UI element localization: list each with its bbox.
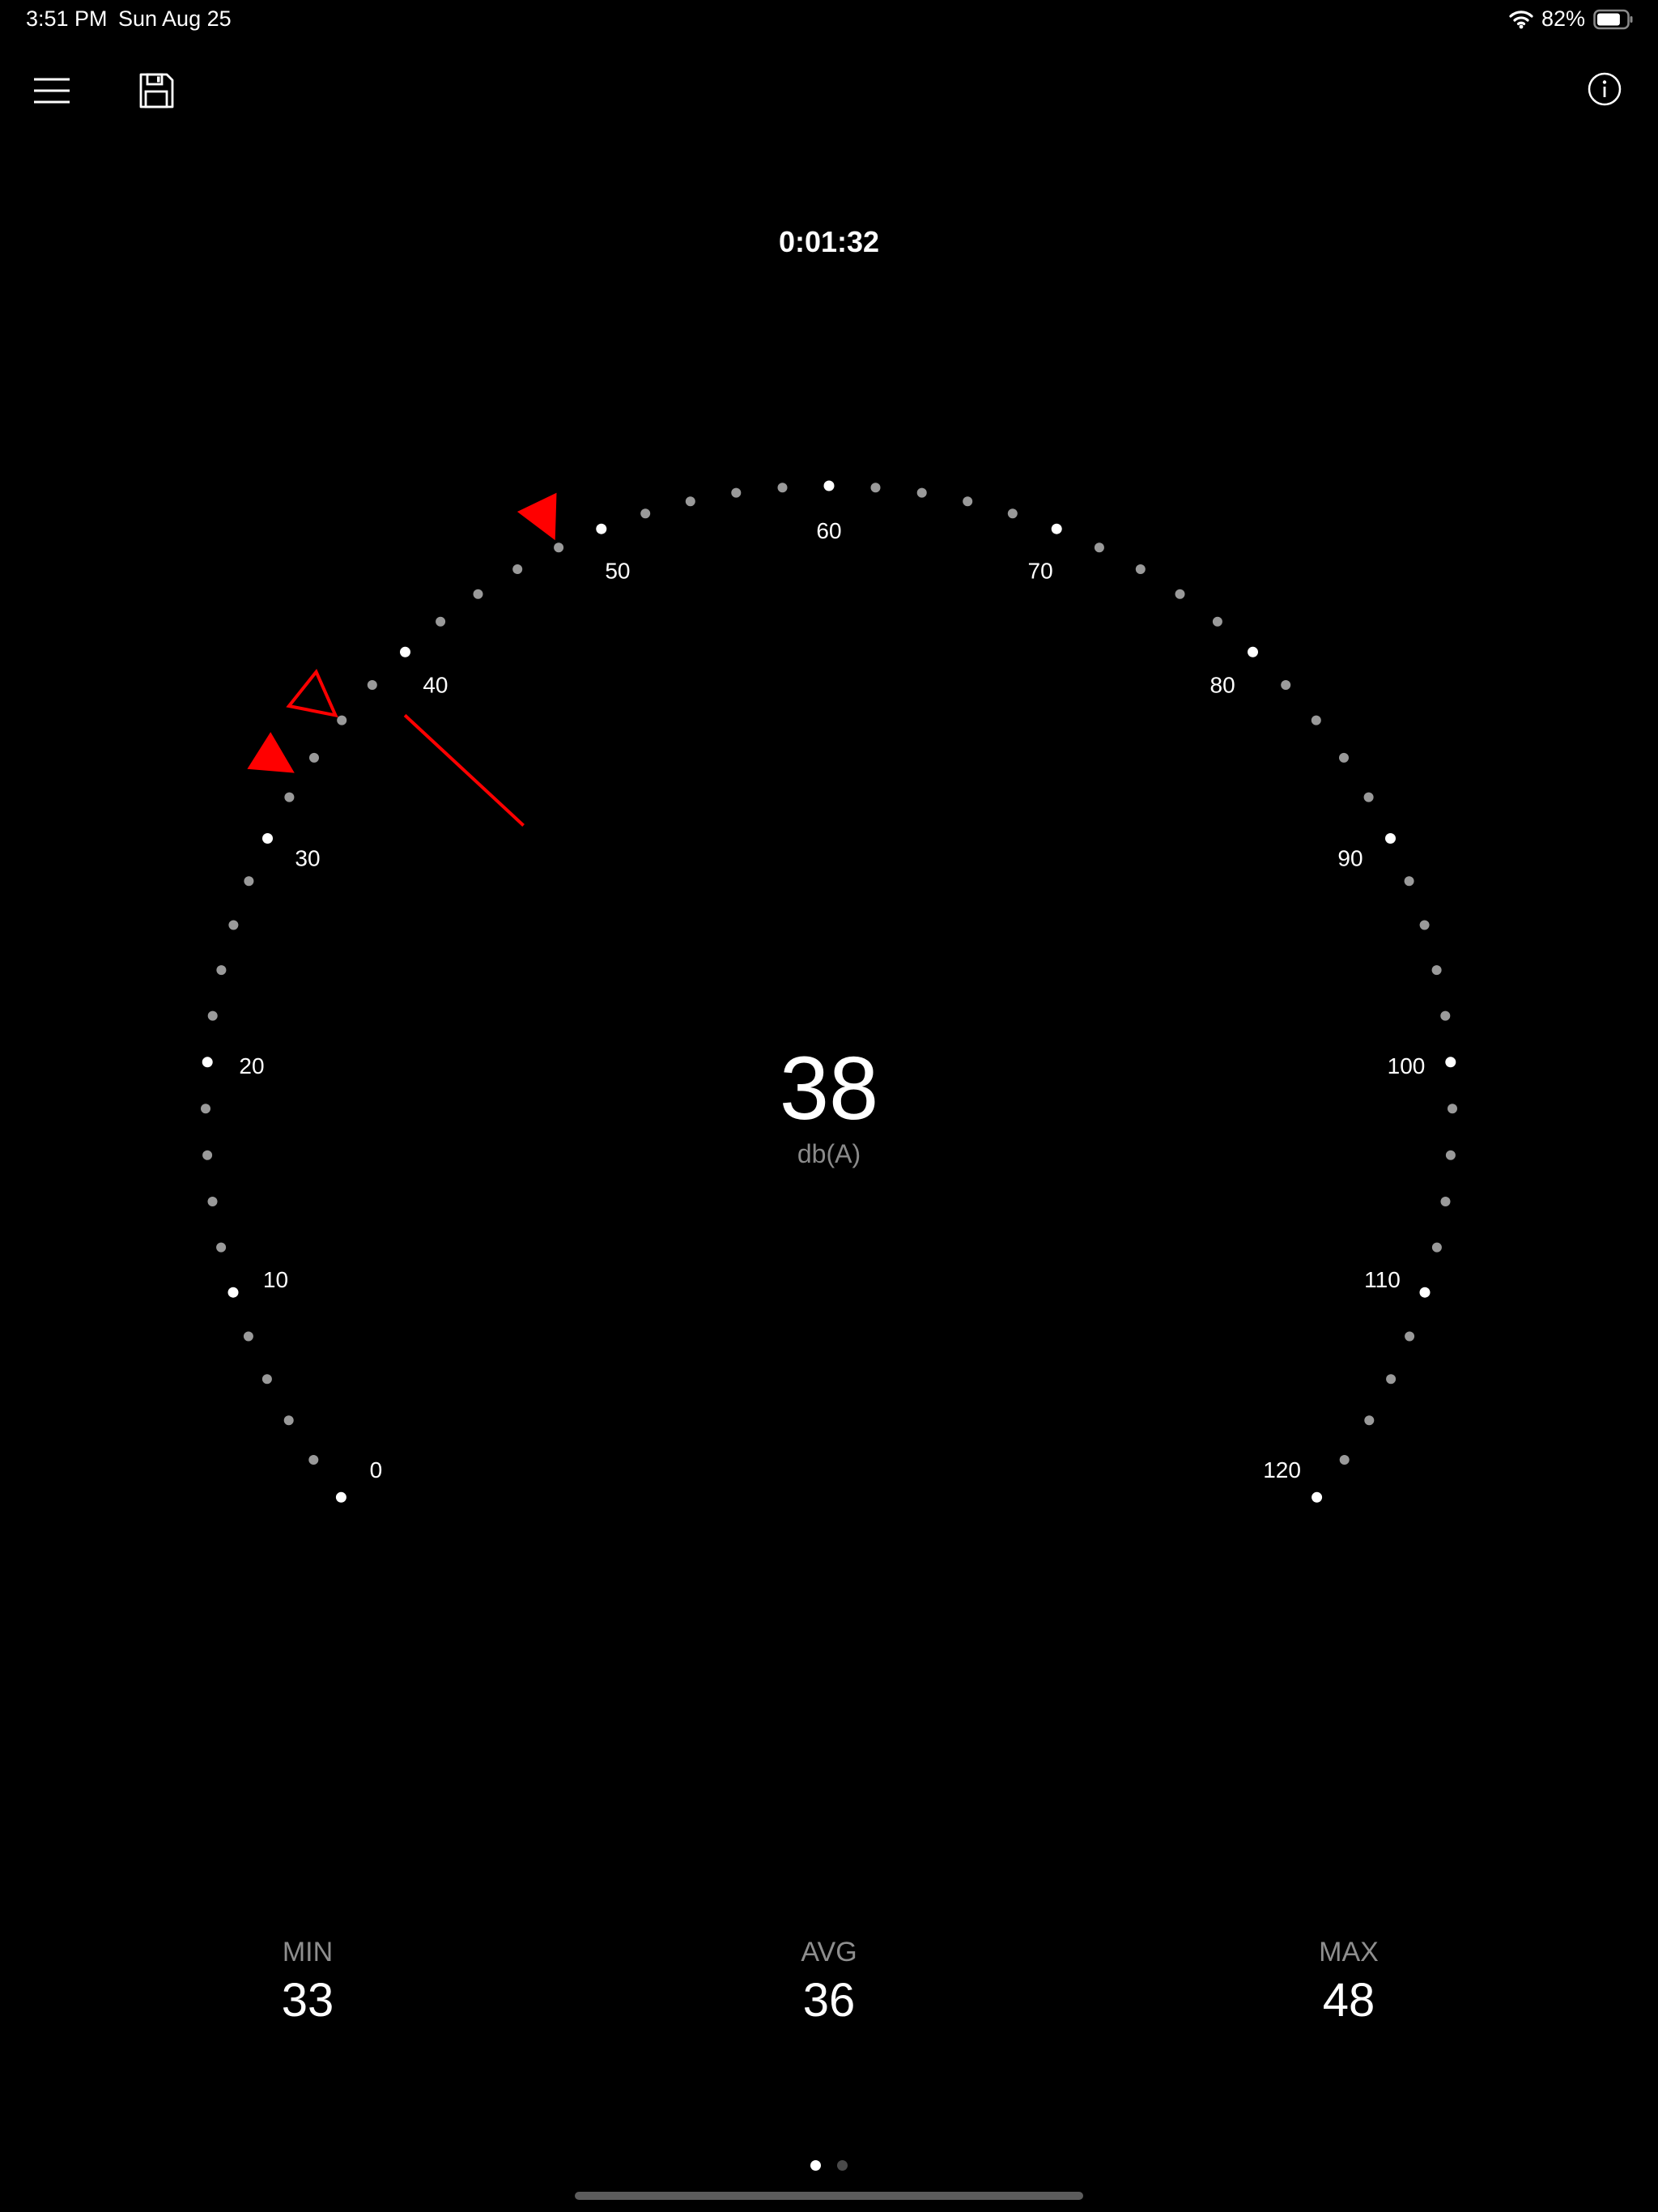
tick-label: 60 [816,518,841,543]
gauge-needle [403,713,525,827]
minor-tick-dot [870,483,881,493]
minor-tick-dot [1363,792,1374,802]
major-tick-dot [823,480,835,491]
tick-label: 70 [1028,558,1053,583]
minor-tick-dot [1281,680,1291,690]
minor-tick-dot [1094,542,1104,553]
minor-tick-dot [436,616,446,627]
min-label: MIN [282,1937,334,1967]
minor-tick-dot [777,483,788,493]
minor-tick-dot [1175,589,1185,599]
minor-tick-dot [554,542,564,553]
minor-tick-dot [244,876,254,887]
minor-tick-dot [473,589,483,599]
minor-tick-dot [1339,1455,1350,1465]
tick-label: 90 [1337,845,1363,870]
minor-tick-dot [367,680,377,690]
minor-tick-dot [261,1374,272,1385]
major-tick-dot [1419,1287,1431,1298]
min-stat: MIN 33 [186,1937,429,2027]
minor-tick-dot [1386,1374,1397,1385]
tick-label: 30 [295,845,320,870]
minor-tick-dot [1212,616,1222,627]
avg-value: 36 [802,1974,856,2027]
page-dot[interactable] [810,2160,821,2171]
minor-tick-dot [916,487,927,498]
minor-tick-dot [1339,752,1349,763]
minor-tick-dot [685,496,695,507]
page-indicator[interactable] [0,2160,1658,2171]
major-tick-dot [335,1491,346,1503]
reading-unit: db(A) [797,1139,861,1168]
minor-tick-dot [284,792,295,802]
major-tick-dot [1051,523,1062,534]
minor-tick-dot [731,487,742,498]
page-dot[interactable] [837,2160,848,2171]
minor-tick-dot [308,1455,319,1465]
avg-marker [286,668,338,718]
minor-tick-dot [1440,1197,1451,1206]
minor-tick-dot [207,1197,218,1206]
major-tick-dot [227,1287,239,1298]
gauge-tick-labels: 0102030405060708090100110120 [239,518,1425,1482]
gauge-markers [247,492,557,827]
tick-label: 80 [1210,673,1235,698]
minor-tick-dot [1440,1010,1451,1021]
min-value: 33 [281,1974,334,2027]
major-tick-dot [596,523,607,534]
minor-tick-dot [228,920,239,930]
min-marker [247,732,295,773]
major-tick-dot [400,646,410,657]
minor-tick-dot [963,496,973,507]
minor-tick-dot [1431,965,1442,976]
major-tick-dot [1248,646,1258,657]
max-marker [517,492,557,541]
minor-tick-dot [337,715,347,725]
minor-tick-dot [207,1010,218,1021]
avg-label: AVG [801,1937,857,1967]
tick-label: 110 [1364,1267,1401,1292]
minor-tick-dot [1404,876,1414,887]
tick-label: 0 [370,1457,383,1482]
major-tick-dot [1385,833,1396,844]
max-stat: MAX 48 [1227,1937,1470,2027]
max-value: 48 [1322,1974,1375,2027]
minor-tick-dot [1431,1242,1442,1253]
minor-tick-dot [512,564,523,574]
minor-tick-dot [1311,715,1321,725]
tick-label: 10 [263,1267,288,1292]
minor-tick-dot [1364,1415,1375,1426]
major-tick-dot [1312,1491,1323,1503]
current-reading: 38 [779,1039,879,1138]
avg-stat: AVG 36 [708,1937,950,2027]
tick-label: 40 [423,673,448,698]
tick-label: 50 [605,558,630,583]
minor-tick-dot [283,1415,294,1426]
home-indicator [575,2192,1083,2200]
minor-tick-dot [243,1331,253,1342]
minor-tick-dot [1007,508,1018,519]
gauge-scale [201,480,1457,1503]
minor-tick-dot [309,752,319,763]
major-tick-dot [262,833,273,844]
minor-tick-dot [216,965,227,976]
minor-tick-dot [1419,920,1430,930]
minor-tick-dot [1135,564,1146,574]
max-label: MAX [1319,1937,1379,1967]
minor-tick-dot [216,1242,227,1253]
minor-tick-dot [640,508,651,519]
minor-tick-dot [1405,1331,1415,1342]
tick-label: 120 [1263,1457,1301,1482]
